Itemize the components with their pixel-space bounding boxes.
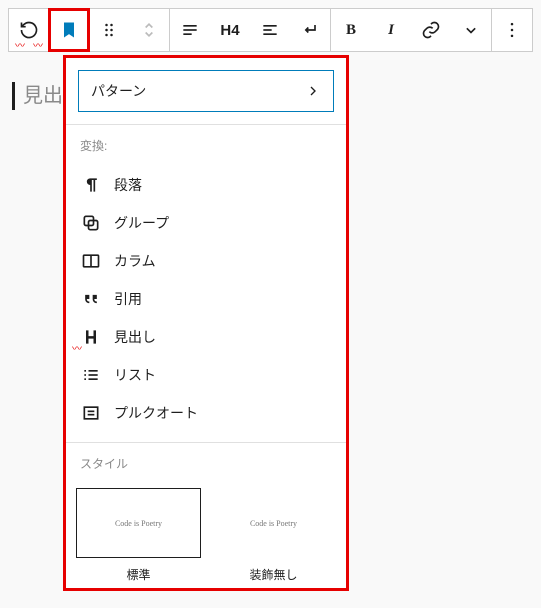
- return-icon: [300, 20, 320, 40]
- align-icon: [180, 20, 200, 40]
- transform-label: プルクオート: [114, 403, 198, 423]
- heading-level-button[interactable]: H4: [210, 9, 250, 51]
- transform-heading[interactable]: 見出し〰: [66, 318, 346, 356]
- chevron-right-icon: [305, 83, 321, 99]
- block-toolbar: 〰 H4 〰 B I: [8, 8, 533, 52]
- patterns-label: パターン: [91, 81, 146, 101]
- block-type-button[interactable]: [49, 9, 89, 51]
- paragraph-icon: [80, 175, 102, 195]
- toolbar-group-history: 〰: [9, 9, 170, 51]
- style-plain[interactable]: Code is Poetry 装飾無し: [211, 488, 336, 588]
- transform-label: 引用: [114, 289, 142, 309]
- h4-label: H4: [220, 22, 239, 39]
- more-format-button[interactable]: [451, 9, 491, 51]
- chevrons-icon: [139, 20, 159, 40]
- style-preview: Code is Poetry: [211, 488, 336, 558]
- transform-paragraph[interactable]: 段落: [66, 166, 346, 204]
- style-name: 標準: [76, 558, 201, 588]
- transform-label: カラム: [114, 251, 156, 271]
- text-align-button[interactable]: 〰: [250, 9, 290, 51]
- transform-label: 段落: [114, 175, 142, 195]
- transform-label: グループ: [114, 213, 169, 233]
- drag-icon: [99, 20, 119, 40]
- italic-label: I: [388, 22, 394, 39]
- style-name: 装飾無し: [211, 558, 336, 588]
- link-button[interactable]: [411, 9, 451, 51]
- toolbar-group-format: B I: [331, 9, 492, 51]
- style-options: Code is Poetry 標準 Code is Poetry 装飾無し: [66, 480, 346, 588]
- list-icon: [80, 365, 102, 385]
- align-button[interactable]: [170, 9, 210, 51]
- group-icon: [80, 213, 102, 233]
- columns-icon: [80, 251, 102, 271]
- drag-handle[interactable]: [89, 9, 129, 51]
- bookmark-icon: [59, 20, 79, 40]
- style-section-label: スタイル: [66, 443, 346, 480]
- style-preview: Code is Poetry: [76, 488, 201, 558]
- more-vertical-icon: [502, 20, 522, 40]
- chevron-down-icon: [461, 20, 481, 40]
- return-button[interactable]: [290, 9, 330, 51]
- pullquote-icon: [80, 403, 102, 423]
- options-button[interactable]: [492, 9, 532, 51]
- dropdown-scroll[interactable]: パターン 変換: 段落 グループ カラム 引用 見出し〰 リスト プルクオート …: [66, 58, 346, 588]
- transform-quote[interactable]: 引用: [66, 280, 346, 318]
- transform-group[interactable]: グループ: [66, 204, 346, 242]
- quote-icon: [80, 289, 102, 309]
- text-align-icon: [260, 20, 280, 40]
- move-button[interactable]: [129, 9, 169, 51]
- transform-list[interactable]: リスト: [66, 356, 346, 394]
- bold-label: B: [346, 22, 356, 39]
- transform-label: 見出し: [114, 327, 156, 347]
- transform-list: 段落 グループ カラム 引用 見出し〰 リスト プルクオート: [66, 162, 346, 442]
- heading-icon: [80, 327, 102, 347]
- transform-dropdown: パターン 変換: 段落 グループ カラム 引用 見出し〰 リスト プルクオート …: [66, 58, 346, 588]
- bold-button[interactable]: B: [331, 9, 371, 51]
- transform-columns[interactable]: カラム: [66, 242, 346, 280]
- italic-button[interactable]: I: [371, 9, 411, 51]
- transform-pullquote[interactable]: プルクオート: [66, 394, 346, 432]
- undo-icon: [19, 20, 39, 40]
- toolbar-group-heading: H4 〰: [170, 9, 331, 51]
- transform-label: リスト: [114, 365, 156, 385]
- patterns-button[interactable]: パターン: [78, 70, 334, 112]
- style-default[interactable]: Code is Poetry 標準: [76, 488, 201, 588]
- transform-section-label: 変換:: [66, 125, 346, 162]
- undo-button[interactable]: 〰: [9, 9, 49, 51]
- link-icon: [421, 20, 441, 40]
- toolbar-group-more: [492, 9, 532, 51]
